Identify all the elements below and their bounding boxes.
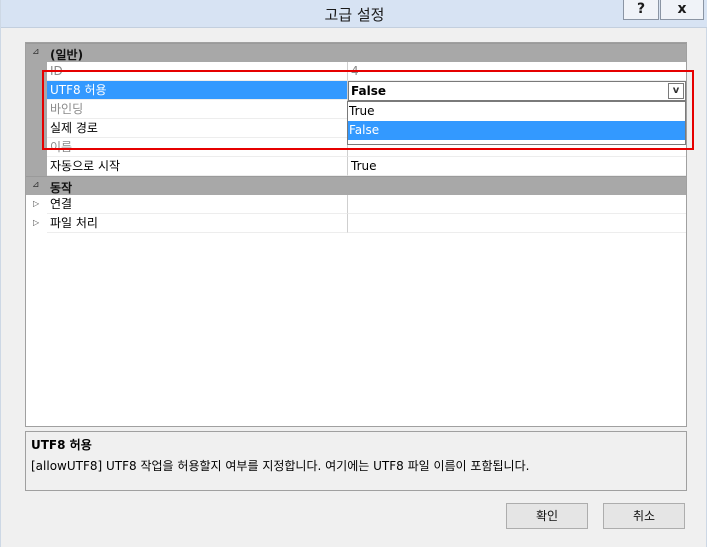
cancel-button[interactable]: 취소 [603, 503, 685, 529]
property-name: 연결 [47, 195, 348, 214]
help-button[interactable]: ? [623, 0, 659, 20]
advanced-settings-dialog: 고급 설정 ? x ⊿ (일반) ID 4 UTF8 허용 False v 바인… [0, 0, 707, 547]
expand-icon[interactable]: ▷ [26, 195, 47, 214]
property-name: 이름 [47, 138, 348, 157]
expand-arrow-icon[interactable]: ▷ [33, 199, 39, 208]
window-title: 고급 설정 [324, 6, 385, 24]
utf8-dropdown-list[interactable]: True False [347, 101, 686, 145]
property-row-utf8[interactable]: UTF8 허용 False v [26, 81, 686, 101]
category-general[interactable]: ⊿ (일반) [26, 43, 686, 62]
property-value[interactable]: True [348, 157, 686, 176]
category-label: 동작 [50, 181, 73, 195]
close-button[interactable]: x [660, 0, 704, 20]
dropdown-option-true[interactable]: True [348, 102, 685, 121]
collapse-icon[interactable]: ⊿ [32, 47, 40, 57]
property-name: 바인딩 [47, 100, 348, 119]
property-name: 파일 처리 [47, 214, 348, 233]
combo-value: False [351, 84, 386, 98]
expand-arrow-icon[interactable]: ▷ [33, 218, 39, 227]
property-value[interactable] [348, 195, 686, 214]
category-behavior[interactable]: ⊿ 동작 [26, 176, 686, 195]
property-row-auto-start[interactable]: 자동으로 시작 True [26, 157, 686, 176]
ok-button[interactable]: 확인 [506, 503, 588, 529]
property-value[interactable] [348, 214, 686, 233]
description-text: [allowUTF8] UTF8 작업을 허용할지 여부를 지정합니다. 여기에… [31, 459, 530, 473]
property-name: 실제 경로 [47, 119, 348, 138]
expand-icon[interactable]: ▷ [26, 214, 47, 233]
dropdown-option-false[interactable]: False [348, 121, 685, 140]
description-panel: UTF8 허용 [allowUTF8] UTF8 작업을 허용할지 여부를 지정… [25, 431, 687, 491]
collapse-icon[interactable]: ⊿ [32, 180, 40, 190]
category-label: (일반) [50, 48, 84, 62]
title-bar: 고급 설정 ? x [1, 0, 707, 28]
property-row-file-handling[interactable]: ▷ 파일 처리 [26, 214, 686, 233]
property-value: 4 [348, 62, 686, 81]
property-name: 자동으로 시작 [47, 157, 348, 176]
chevron-down-icon[interactable]: v [668, 83, 684, 99]
property-name: ID [47, 62, 348, 81]
property-name: UTF8 허용 [47, 81, 348, 100]
description-title: UTF8 허용 [31, 438, 92, 452]
property-row-id[interactable]: ID 4 [26, 62, 686, 81]
property-grid: ⊿ (일반) ID 4 UTF8 허용 False v 바인딩 실제 경로 이름 [25, 42, 687, 427]
property-row-connection[interactable]: ▷ 연결 [26, 195, 686, 214]
utf8-value-combo[interactable]: False v [348, 81, 686, 101]
